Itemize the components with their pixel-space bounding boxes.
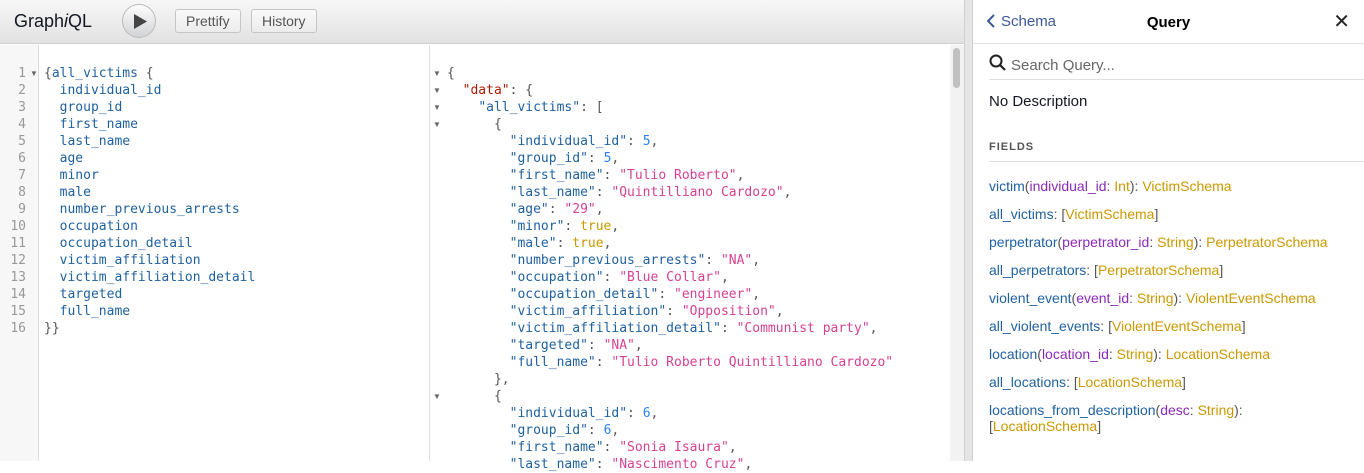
docs-search-input[interactable]: [1009, 52, 1353, 78]
prettify-button[interactable]: Prettify: [175, 9, 241, 33]
line-number: 11: [10, 236, 26, 251]
result-line: "occupation": "Blue Collar",: [509, 270, 729, 285]
fold-arrow-icon[interactable]: ▼: [433, 388, 441, 405]
schema-field-item[interactable]: all_perpetrators: [PerpetratorSchema]: [989, 262, 1329, 278]
fold-arrow-icon[interactable]: ▼: [433, 99, 441, 116]
result-line: "victim_affiliation": "Opposition",: [509, 304, 784, 319]
docs-search-box: [989, 51, 1364, 80]
query-line: victim_affiliation_detail: [44, 270, 256, 285]
result-line: "last_name": "Nascimento Cruz",: [509, 457, 753, 472]
result-line: "individual_id": 6,: [509, 406, 659, 421]
line-number: 8: [18, 185, 26, 200]
line-number: 14: [10, 287, 26, 302]
schema-field-item[interactable]: victim(individual_id: Int): VictimSchema: [989, 178, 1329, 194]
result-line: "targeted": "NA",: [509, 338, 643, 353]
schema-field-item[interactable]: all_victims: [VictimSchema]: [989, 206, 1329, 222]
query-line: occupation_detail: [44, 236, 193, 251]
logo-text-ql: QL: [68, 11, 93, 31]
query-line: number_previous_arrests: [44, 202, 240, 217]
graphiql-logo: GraphiQL: [14, 11, 92, 32]
line-number: 10: [10, 219, 26, 234]
query-line: first_name: [44, 117, 138, 132]
top-toolbar: GraphiQL Prettify History: [0, 0, 964, 44]
execute-query-button[interactable]: [122, 4, 156, 38]
line-number: 2: [18, 83, 26, 98]
query-line: minor: [44, 168, 99, 183]
play-icon: [134, 14, 147, 29]
query-editor[interactable]: 1 ▼ {all_victims { 2 individual_id 3 group_i…: [0, 45, 430, 461]
query-line: last_name: [44, 134, 131, 149]
result-line: {: [447, 117, 502, 132]
result-line: "first_name": "Sonia Isaura",: [509, 440, 737, 455]
docs-resize-handle[interactable]: [964, 0, 973, 461]
line-number: 13: [10, 270, 26, 285]
line-number: 12: [10, 253, 26, 268]
result-line: "victim_affiliation_detail": "Communist …: [509, 321, 878, 336]
line-number: 1: [18, 66, 26, 81]
fold-arrow-icon[interactable]: ▼: [433, 82, 441, 99]
docs-header: Schema Query ✕: [973, 0, 1364, 44]
result-line: "all_victims": [: [478, 100, 604, 115]
result-line: "number_previous_arrests": "NA",: [509, 253, 761, 268]
result-line: "data": {: [462, 83, 534, 98]
result-line: "individual_id": 5,: [509, 134, 659, 149]
history-button[interactable]: History: [251, 9, 317, 33]
line-number: 3: [18, 100, 26, 115]
logo-text-graph: Graph: [14, 11, 65, 31]
fields-heading: FIELDS: [989, 141, 1364, 162]
fold-arrow-icon[interactable]: ▼: [433, 116, 441, 133]
schema-field-item[interactable]: all_violent_events: [ViolentEventSchema]: [989, 318, 1329, 334]
query-line: victim_affiliation: [44, 253, 201, 268]
search-icon: [989, 54, 1006, 71]
result-scrollbar-thumb[interactable]: [953, 48, 960, 88]
query-line: group_id: [44, 100, 123, 115]
query-line: occupation: [44, 219, 138, 234]
result-line: "minor": true,: [509, 219, 620, 234]
close-icon[interactable]: ✕: [1333, 12, 1350, 32]
line-number: 5: [18, 134, 26, 149]
line-number: 7: [18, 168, 26, 183]
fold-arrow-icon[interactable]: ▼: [433, 65, 441, 82]
result-line: "age": "29",: [509, 202, 604, 217]
query-line: age: [44, 151, 84, 166]
query-line: targeted: [44, 287, 123, 302]
query-line: }}: [44, 321, 60, 336]
schema-field-item[interactable]: locations_from_description(desc: String)…: [989, 402, 1329, 434]
result-line: },: [447, 372, 510, 387]
result-scrollbar[interactable]: [950, 45, 964, 461]
result-line: "group_id": 6,: [509, 423, 620, 438]
line-number: 4: [18, 117, 26, 132]
line-number: 6: [18, 151, 26, 166]
result-line: {: [447, 389, 502, 404]
schema-field-item[interactable]: perpetrator(perpetrator_id: String): Per…: [989, 234, 1329, 250]
line-number: 9: [18, 202, 26, 217]
query-line: male: [44, 185, 91, 200]
query-line: individual_id: [44, 83, 162, 98]
result-line: {: [447, 66, 455, 81]
result-line: "group_id": 5,: [509, 151, 620, 166]
result-line: "occupation_detail": "engineer",: [509, 287, 761, 302]
query-line: full_name: [44, 304, 131, 319]
result-line: "last_name": "Quintilliano Cardozo",: [509, 185, 792, 200]
schema-field-item[interactable]: location(location_id: String): LocationS…: [989, 346, 1329, 362]
fold-arrow-icon[interactable]: ▼: [30, 65, 38, 82]
docs-explorer: Schema Query ✕ No Description FIELDS vic…: [973, 0, 1364, 461]
docs-title: Query: [1146, 14, 1191, 31]
schema-field-item[interactable]: all_locations: [LocationSchema]: [989, 374, 1329, 390]
line-number: 15: [10, 304, 26, 319]
result-line: "full_name": "Tulio Roberto Quintilliano…: [509, 355, 894, 370]
schema-field-item[interactable]: violent_event(event_id: String): Violent…: [989, 290, 1329, 306]
query-line: {all_victims {: [44, 66, 154, 81]
type-description: No Description: [989, 93, 1088, 110]
line-number: 16: [10, 321, 26, 336]
result-line: "first_name": "Tulio Roberto",: [509, 168, 745, 183]
result-viewer: ▼ { ▼ "data": { ▼ "all_victims": [ ▼ { "indi…: [430, 45, 950, 472]
result-line: "male": true,: [509, 236, 612, 251]
